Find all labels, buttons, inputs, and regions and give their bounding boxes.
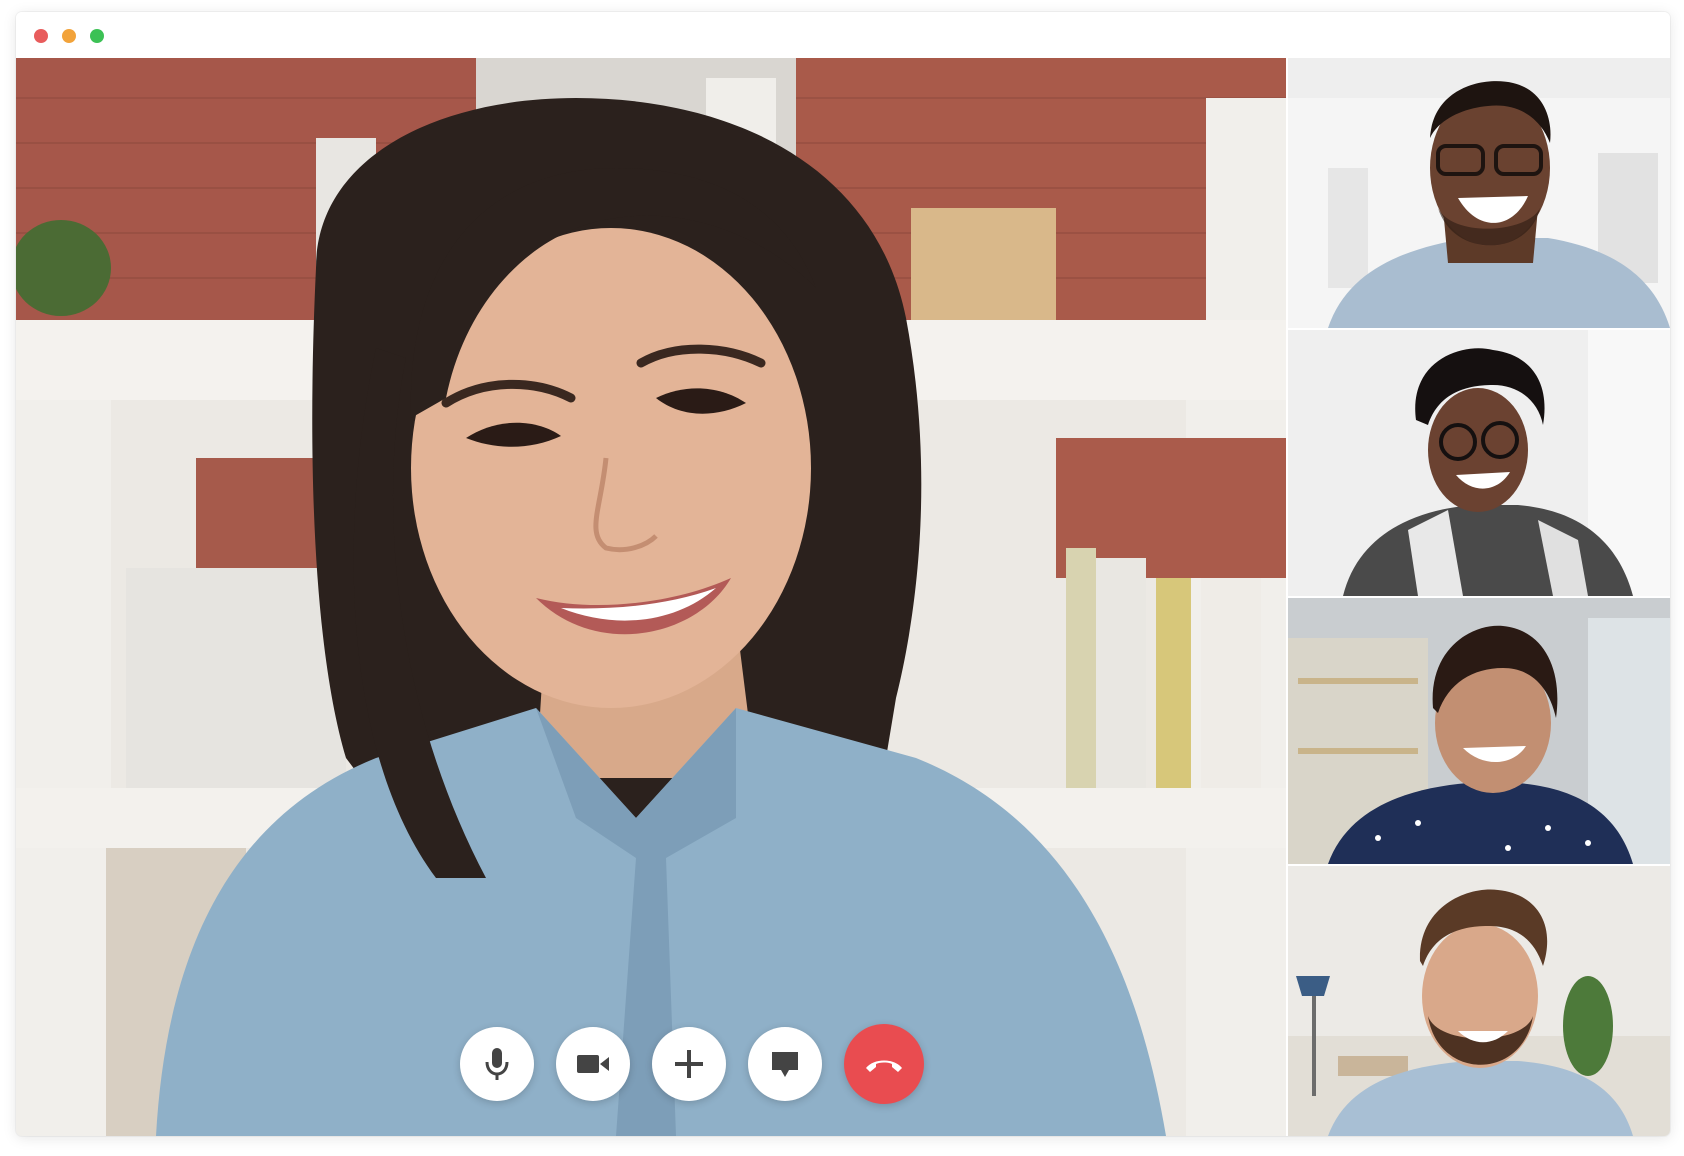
maximize-window-button[interactable] bbox=[90, 29, 104, 43]
participant-video-4[interactable] bbox=[1288, 866, 1670, 1136]
video-call-window bbox=[16, 12, 1670, 1136]
close-window-button[interactable] bbox=[34, 29, 48, 43]
microphone-icon bbox=[485, 1048, 509, 1080]
participant-video-1[interactable] bbox=[1288, 58, 1670, 328]
minimize-window-button[interactable] bbox=[62, 29, 76, 43]
main-speaker-scene bbox=[16, 58, 1286, 1136]
title-bar bbox=[16, 12, 1670, 58]
main-speaker-video bbox=[16, 58, 1286, 1136]
participant-video-3[interactable] bbox=[1288, 598, 1670, 864]
add-participant-button[interactable] bbox=[652, 1027, 726, 1101]
participant-tiles bbox=[1288, 58, 1670, 1136]
end-call-button[interactable] bbox=[844, 1024, 924, 1104]
open-chat-button[interactable] bbox=[748, 1027, 822, 1101]
mute-microphone-button[interactable] bbox=[460, 1027, 534, 1101]
call-controls bbox=[460, 1024, 924, 1104]
chat-bubble-icon bbox=[772, 1052, 798, 1077]
call-stage bbox=[16, 58, 1670, 1136]
plus-icon bbox=[675, 1050, 703, 1078]
participant-video-2[interactable] bbox=[1288, 330, 1670, 596]
phone-hangup-icon bbox=[866, 1060, 902, 1072]
toggle-camera-button[interactable] bbox=[556, 1027, 630, 1101]
video-camera-icon bbox=[577, 1055, 609, 1073]
